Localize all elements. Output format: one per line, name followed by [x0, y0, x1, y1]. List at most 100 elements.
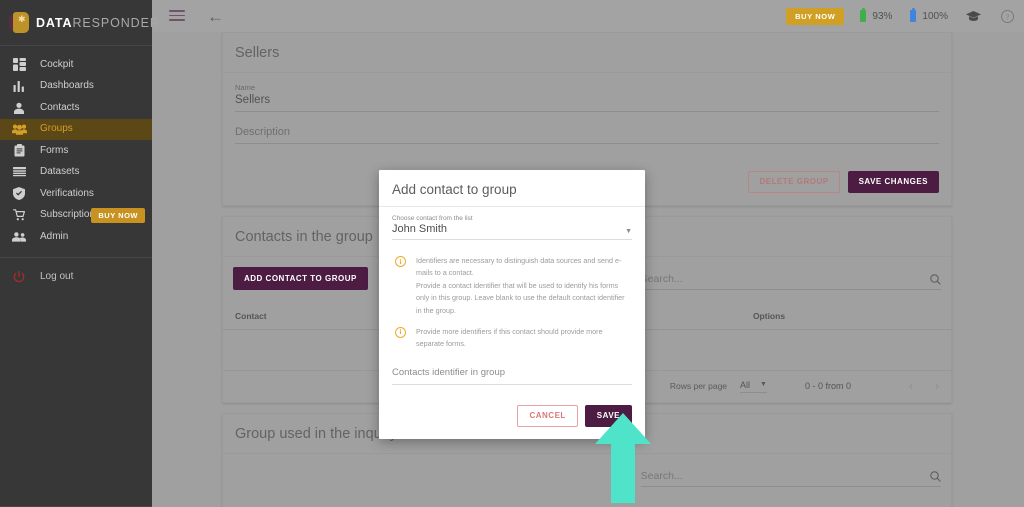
info-circle-icon: i — [395, 256, 406, 267]
shield-star-logo-icon: ✱ — [9, 12, 29, 33]
sidebar-divider — [0, 256, 152, 258]
modal-info-row: i Provide more identifiers if this conta… — [392, 326, 632, 351]
clipboard-icon — [11, 143, 27, 159]
info-line: mails to a contact. — [416, 268, 474, 278]
sidebar-item-datasets[interactable]: Datasets — [0, 162, 152, 184]
graduation-cap-icon[interactable] — [966, 10, 981, 22]
list-icon — [11, 164, 27, 180]
logo-light: RESPONDER — [72, 15, 160, 30]
modal-title: Add contact to group — [379, 170, 645, 207]
storage-stat-green-value: 93% — [872, 10, 893, 22]
sidebar-item-contacts[interactable]: Contacts — [0, 97, 152, 119]
sidebar-item-label: Datasets — [40, 166, 80, 178]
group-details-body: Name Sellers Description — [223, 73, 951, 166]
modal-info-block: i Identifiers are necessary to distingui… — [392, 255, 632, 351]
add-contact-to-group-button[interactable]: ADD CONTACT TO GROUP — [233, 267, 368, 290]
contacts-rows-per-page-select[interactable]: All ▼ — [740, 380, 767, 393]
sidebar: ✱ DATARESPONDER Cockpit Dashboards Conta… — [0, 0, 159, 507]
sidebar-item-label: Log out — [40, 271, 74, 283]
group-description-input[interactable]: Description — [235, 126, 939, 144]
sidebar-item-groups[interactable]: Groups — [0, 118, 152, 140]
group-name-input[interactable]: Sellers — [235, 94, 939, 112]
chevron-right-icon[interactable]: › — [935, 379, 939, 393]
info-line: in the group. — [416, 305, 456, 315]
people-admin-icon — [11, 229, 27, 245]
info-circle-icon: i — [395, 326, 406, 338]
magnifier-icon[interactable] — [930, 273, 941, 285]
power-icon — [11, 269, 27, 285]
contacts-search-field[interactable]: Search... — [640, 273, 941, 290]
sidebar-item-admin[interactable]: Admin — [0, 226, 152, 248]
save-changes-button[interactable]: SAVE CHANGES — [847, 171, 939, 193]
modal-body: Choose contact from the list John Smith … — [379, 207, 645, 385]
info-line: separate forms. — [416, 339, 466, 349]
sidebar-item-label: Cockpit — [40, 58, 74, 70]
choose-contact-label: Choose contact from the list — [392, 215, 473, 222]
inquiry-column-header: Dataset — [223, 501, 587, 507]
magnifier-icon[interactable] — [930, 470, 941, 482]
dashboard-grid-icon — [11, 57, 27, 73]
svg-text:?: ? — [1006, 12, 1009, 21]
sidebar-item-label: Verifications — [40, 187, 94, 199]
sidebar-buy-now-badge[interactable]: BUY NOW — [91, 207, 145, 223]
inquiry-section-head: Search... — [223, 454, 951, 487]
contacts-section-right: Search... — [631, 257, 951, 290]
contacts-search-input[interactable]: Search... — [641, 273, 930, 285]
modal-info-text: Provide more identifiers if this contact… — [416, 326, 603, 351]
arrow-left-icon[interactable]: ← — [207, 8, 224, 25]
sidebar-item-logout[interactable]: Log out — [0, 267, 152, 289]
person-icon — [11, 100, 27, 116]
storage-stat-blue-value: 100% — [922, 10, 948, 22]
contacts-identifier-field[interactable]: Contacts identifier in group — [392, 367, 632, 385]
logo-text: DATARESPONDER — [36, 16, 160, 30]
buy-now-button[interactable]: BUY NOW — [786, 7, 845, 25]
sidebar-nav: Cockpit Dashboards Contacts Groups Forms… — [0, 46, 152, 288]
logo-bold: DATA — [36, 15, 73, 30]
shopping-cart-icon — [11, 207, 27, 223]
delete-group-button[interactable]: DELETE GROUP — [748, 171, 840, 193]
inquiry-search-input[interactable]: Search... — [641, 470, 930, 482]
sidebar-item-verifications[interactable]: Verifications — [0, 183, 152, 205]
storage-stat-green: 93% — [860, 8, 893, 22]
group-name-label: Name — [235, 83, 256, 92]
save-button[interactable]: SAVE — [584, 404, 632, 427]
inquiry-section-left — [223, 454, 631, 480]
inquiry-search-field[interactable]: Search... — [640, 470, 941, 487]
contacts-rows-per-page-value: All — [740, 379, 751, 390]
app-root: ✱ DATARESPONDER Cockpit Dashboards Conta… — [0, 0, 1024, 507]
battery-green-icon — [860, 8, 867, 22]
inquiry-column-header: State — [587, 501, 951, 507]
sidebar-item-cockpit[interactable]: Cockpit — [0, 54, 152, 76]
choose-contact-select[interactable]: John Smith ▼ — [392, 223, 632, 240]
hamburger-icon[interactable] — [169, 10, 185, 22]
modal-footer: CANCEL SAVE — [379, 385, 645, 439]
info-line: Identifiers are necessary to distinguish… — [416, 256, 622, 265]
page-title: Sellers — [223, 33, 951, 73]
sidebar-item-label: Admin — [40, 230, 69, 242]
shield-check-icon — [11, 186, 27, 202]
help-circle-icon[interactable]: ? — [1001, 9, 1014, 23]
info-line: Provide more identifiers if this contact… — [416, 326, 603, 336]
sidebar-item-subscription[interactable]: Subscription BUY NOW — [0, 205, 152, 227]
chevron-down-icon: ▼ — [760, 381, 767, 388]
sidebar-item-label: Dashboards — [40, 80, 94, 92]
sidebar-item-forms[interactable]: Forms — [0, 140, 152, 162]
info-line: only in this group. Leave blank to use t… — [416, 293, 625, 303]
sidebar-item-dashboards[interactable]: Dashboards — [0, 76, 152, 98]
group-name-field[interactable]: Name Sellers — [235, 83, 939, 112]
info-line: Provide a contact identifier that will b… — [416, 280, 619, 290]
sidebar-item-label: Contacts — [40, 101, 80, 113]
sidebar-item-label: Groups — [40, 123, 73, 135]
storage-stat-blue: 100% — [910, 8, 948, 22]
cancel-button[interactable]: CANCEL — [517, 404, 578, 427]
contacts-range-label: 0 - 0 from 0 — [804, 381, 851, 391]
inquiry-section-right: Search... — [631, 454, 951, 487]
group-people-icon — [11, 121, 27, 137]
contacts-rows-per-page-label: Rows per page — [669, 381, 728, 391]
contacts-identifier-input[interactable]: Contacts identifier in group — [392, 367, 632, 384]
chevron-left-icon[interactable]: ‹ — [909, 379, 913, 393]
app-logo[interactable]: ✱ DATARESPONDER — [0, 0, 159, 46]
group-description-field[interactable]: Description — [235, 126, 939, 144]
top-bar: ← BUY NOW 93% 100% ? — [152, 0, 1024, 32]
add-contact-modal: Add contact to group Choose contact from… — [379, 170, 645, 439]
